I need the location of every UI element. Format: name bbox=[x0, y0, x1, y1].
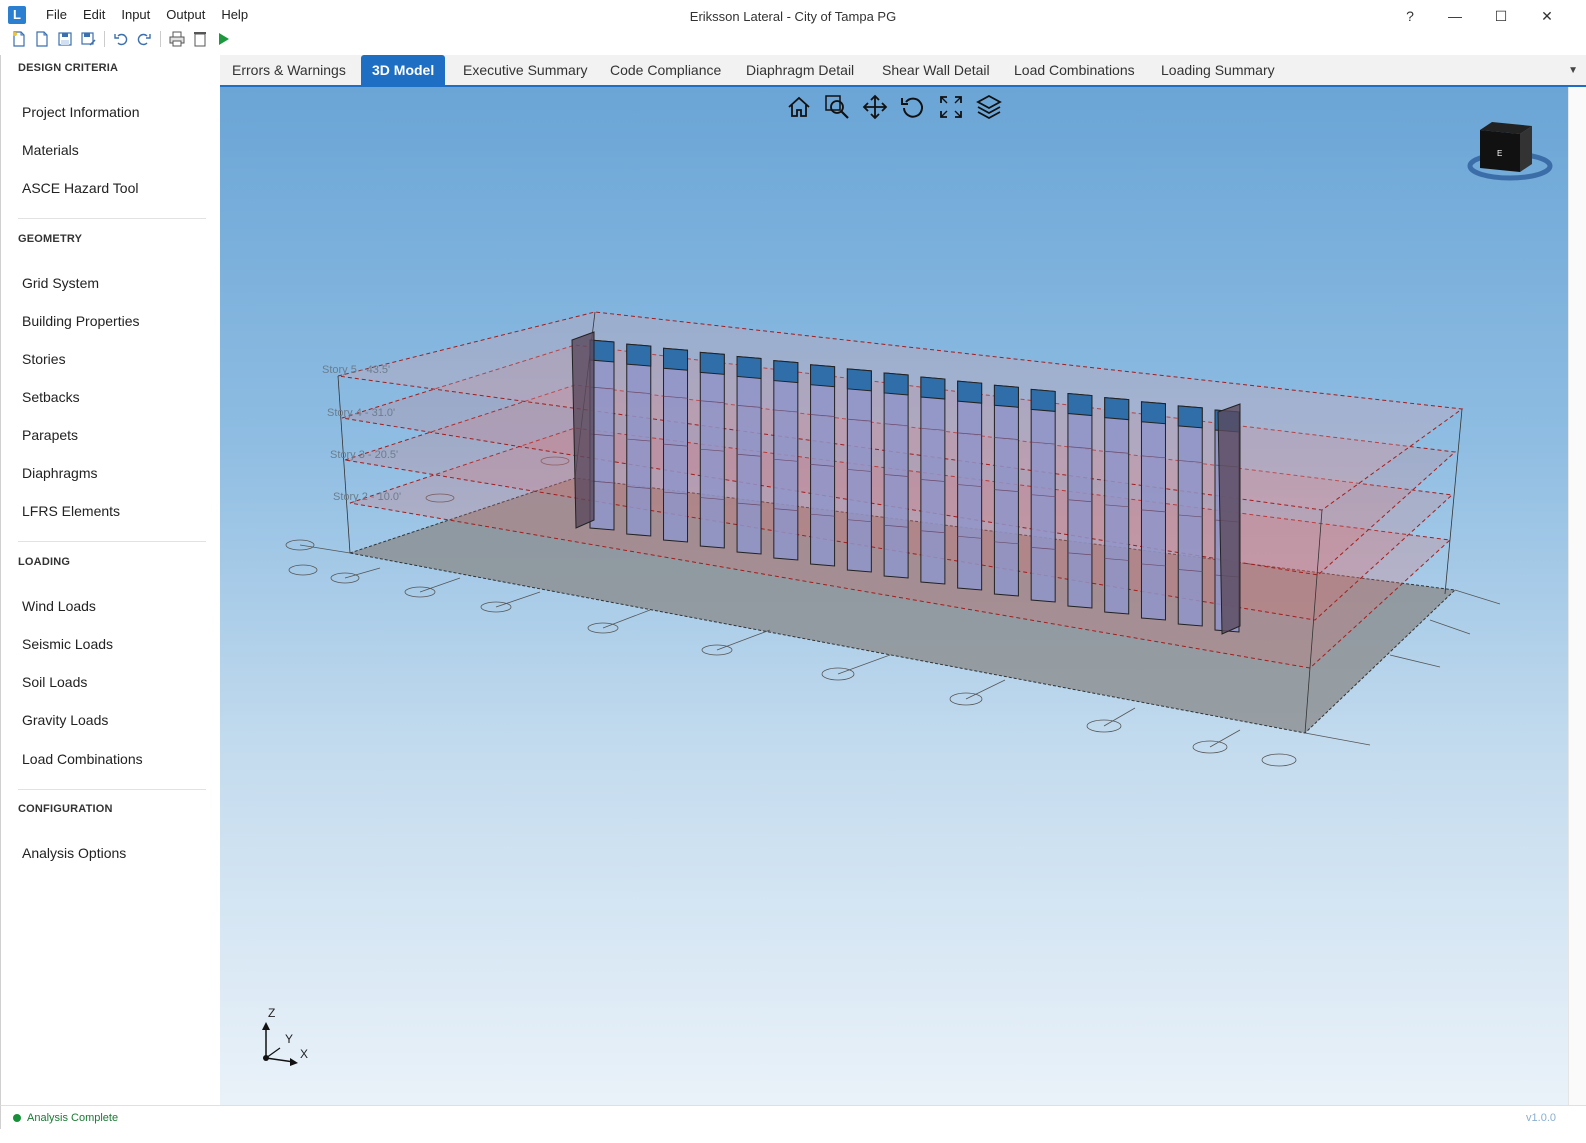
tab-shear-wall-detail[interactable]: Shear Wall Detail bbox=[871, 55, 1001, 85]
minimize-button[interactable]: — bbox=[1440, 6, 1470, 26]
sidebar-divider bbox=[18, 218, 206, 219]
title-bar: L File Edit Input Output Help Eriksson L… bbox=[0, 0, 1586, 30]
shear-wall-cap bbox=[883, 372, 909, 396]
axis-z-label: Z bbox=[268, 1006, 275, 1020]
sidebar-divider bbox=[18, 789, 206, 790]
sidebar-item-asce-hazard-tool[interactable]: ASCE Hazard Tool bbox=[22, 180, 138, 196]
fit-extents-icon[interactable] bbox=[937, 93, 965, 121]
redo-icon[interactable] bbox=[135, 30, 153, 48]
sidebar-item-wind-loads[interactable]: Wind Loads bbox=[22, 598, 96, 614]
viewport-right-gutter bbox=[1568, 87, 1586, 1105]
home-icon[interactable] bbox=[785, 93, 813, 121]
3d-model-canvas[interactable]: Story 5 - 43.5' Story 4 - 31.0' Story 3 … bbox=[220, 87, 1568, 1105]
open-file-icon[interactable] bbox=[33, 30, 51, 48]
shear-wall-cap bbox=[1140, 401, 1166, 425]
shear-wall-cap bbox=[810, 364, 836, 388]
tab-diaphragm-detail[interactable]: Diaphragm Detail bbox=[735, 55, 865, 85]
axis-x-label: X bbox=[300, 1047, 308, 1061]
tab-bar: Errors & Warnings 3D Model Executive Sum… bbox=[220, 55, 1586, 87]
toolbar-separator bbox=[160, 31, 161, 47]
sidebar-item-lfrs-elements[interactable]: LFRS Elements bbox=[22, 503, 120, 519]
maximize-button[interactable]: ☐ bbox=[1486, 6, 1516, 26]
axis-triad: Z Y X bbox=[262, 1006, 308, 1066]
sidebar-item-gravity-loads[interactable]: Gravity Loads bbox=[22, 712, 108, 728]
tab-loading-summary[interactable]: Loading Summary bbox=[1150, 55, 1286, 85]
view-toolbar bbox=[785, 93, 1003, 121]
status-bar: Analysis Complete v1.0.0 bbox=[0, 1105, 1586, 1129]
tab-3d-model[interactable]: 3D Model bbox=[361, 55, 446, 85]
sidebar-item-load-combinations[interactable]: Load Combinations bbox=[22, 751, 143, 767]
tab-errors-warnings[interactable]: Errors & Warnings bbox=[221, 55, 357, 85]
story-label: Story 5 - 43.5' bbox=[322, 364, 390, 376]
story-labels: Story 5 - 43.5' Story 4 - 31.0' Story 3 … bbox=[322, 364, 401, 503]
sidebar-item-soil-loads[interactable]: Soil Loads bbox=[22, 674, 87, 690]
delete-icon[interactable] bbox=[191, 30, 209, 48]
axis-y-label: Y bbox=[285, 1032, 293, 1046]
shear-wall-cap bbox=[920, 376, 946, 400]
tab-overflow-icon[interactable]: ▼ bbox=[1568, 65, 1578, 76]
sidebar: DESIGN CRITERIA Project Information Mate… bbox=[0, 55, 220, 1118]
3d-viewport[interactable]: Story 5 - 43.5' Story 4 - 31.0' Story 3 … bbox=[220, 87, 1568, 1105]
sidebar-item-grid-system[interactable]: Grid System bbox=[22, 275, 99, 291]
shear-wall-cap bbox=[626, 343, 652, 367]
sidebar-item-setbacks[interactable]: Setbacks bbox=[22, 389, 80, 405]
shear-wall-cap bbox=[736, 355, 762, 380]
sidebar-item-project-information[interactable]: Project Information bbox=[22, 104, 140, 120]
toolbar-separator bbox=[104, 31, 105, 47]
sidebar-item-analysis-options[interactable]: Analysis Options bbox=[22, 845, 126, 861]
window-bottom-edge bbox=[0, 1129, 1586, 1143]
section-configuration: CONFIGURATION bbox=[18, 803, 113, 815]
end-shear-wall bbox=[571, 331, 595, 529]
tab-code-compliance[interactable]: Code Compliance bbox=[599, 55, 732, 85]
view-cube-face: E bbox=[1497, 149, 1502, 158]
zoom-window-icon[interactable] bbox=[823, 93, 851, 121]
shear-wall-cap bbox=[1067, 392, 1093, 417]
sidebar-item-seismic-loads[interactable]: Seismic Loads bbox=[22, 636, 113, 652]
save-as-icon[interactable] bbox=[79, 30, 97, 48]
shear-wall-cap bbox=[1177, 405, 1203, 429]
shear-wall-cap bbox=[663, 347, 689, 371]
rotate-icon[interactable] bbox=[899, 93, 927, 121]
undo-icon[interactable] bbox=[112, 30, 130, 48]
close-button[interactable]: ✕ bbox=[1532, 6, 1562, 26]
new-file-icon[interactable] bbox=[10, 30, 28, 48]
shear-wall-cap bbox=[993, 384, 1019, 408]
section-loading: LOADING bbox=[18, 556, 71, 568]
layers-icon[interactable] bbox=[975, 93, 1003, 121]
tab-load-combinations[interactable]: Load Combinations bbox=[1003, 55, 1146, 85]
shear-wall-cap bbox=[1030, 388, 1056, 412]
shear-wall-cap bbox=[699, 351, 725, 375]
sidebar-item-parapets[interactable]: Parapets bbox=[22, 427, 78, 443]
help-button[interactable]: ? bbox=[1395, 6, 1425, 26]
save-icon[interactable] bbox=[56, 30, 74, 48]
sidebar-divider bbox=[18, 541, 206, 542]
section-design-criteria: DESIGN CRITERIA bbox=[18, 62, 119, 74]
section-geometry: GEOMETRY bbox=[18, 233, 83, 245]
sidebar-item-stories[interactable]: Stories bbox=[22, 351, 66, 367]
main-toolbar bbox=[10, 29, 232, 49]
version-label: v1.0.0 bbox=[1526, 1112, 1556, 1124]
shear-wall-cap bbox=[846, 368, 872, 392]
shear-wall-cap bbox=[1104, 397, 1130, 421]
pan-icon[interactable] bbox=[861, 93, 889, 121]
status-text: Analysis Complete bbox=[27, 1112, 119, 1124]
end-shear-wall bbox=[1217, 403, 1241, 635]
sidebar-item-materials[interactable]: Materials bbox=[22, 142, 79, 158]
window-title: Eriksson Lateral - City of Tampa PG bbox=[689, 9, 897, 24]
print-icon[interactable] bbox=[168, 30, 186, 48]
story-label: Story 3 - 20.5' bbox=[330, 449, 398, 461]
sidebar-item-building-properties[interactable]: Building Properties bbox=[22, 313, 140, 329]
tab-executive-summary[interactable]: Executive Summary bbox=[452, 55, 598, 85]
shear-wall-cap bbox=[773, 360, 799, 384]
run-icon[interactable] bbox=[214, 30, 232, 48]
story-label: Story 2 - 10.0' bbox=[333, 491, 401, 503]
status-indicator-icon bbox=[13, 1114, 21, 1122]
view-cube[interactable]: E bbox=[1467, 122, 1553, 181]
shear-wall-cap bbox=[957, 380, 983, 404]
story-label: Story 4 - 31.0' bbox=[327, 407, 395, 419]
sidebar-item-diaphragms[interactable]: Diaphragms bbox=[22, 465, 97, 481]
